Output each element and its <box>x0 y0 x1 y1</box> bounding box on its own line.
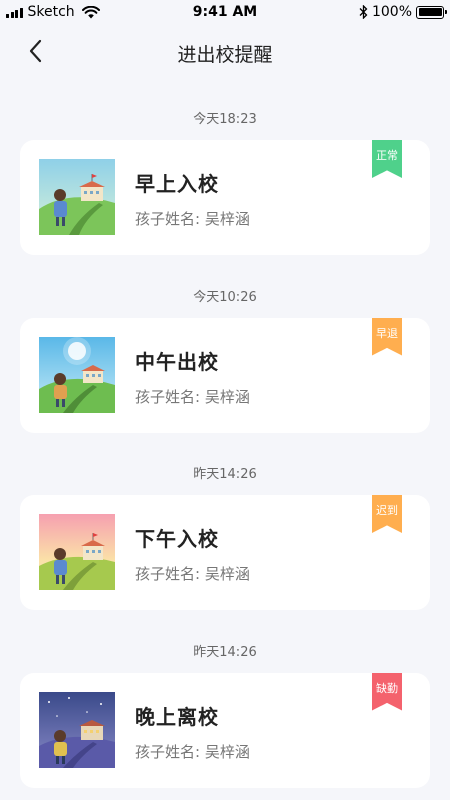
card-title: 中午出校 <box>135 349 219 374</box>
feed-entry: 昨天14:26 下午入校 孩子姓名: 吴梓涵 迟到 <box>0 435 450 613</box>
feed-entry: 今天10:26 中午出校 孩子姓名: 吴梓涵 早退 <box>0 258 450 436</box>
child-name-label: 孩子姓名: <box>135 387 201 406</box>
card-title: 早上入校 <box>135 172 219 196</box>
child-name: 吴梓涵 <box>204 565 250 583</box>
child-name-row: 孩子姓名: 吴梓涵 <box>135 741 250 762</box>
child-name: 吴梓涵 <box>204 210 250 228</box>
scene-morning-image <box>39 159 115 235</box>
child-name: 吴梓涵 <box>204 387 250 406</box>
status-badge: 迟到 <box>372 495 402 533</box>
status-badge: 正常 <box>372 140 402 178</box>
card-title: 晚上离校 <box>135 704 219 729</box>
nav-bar: 进出校提醒 <box>0 26 450 80</box>
notification-feed: 今天18:23 早上入校 孩子姓名: 吴梓涵 正常 今天10:26 中午出校 孩… <box>0 80 450 790</box>
time-label: 今天10:26 <box>193 289 257 305</box>
card-title: 下午入校 <box>135 527 219 551</box>
scene-night-image <box>39 691 115 768</box>
child-name-row: 孩子姓名: 吴梓涵 <box>135 386 250 407</box>
scene-afternoon-image <box>39 514 115 590</box>
battery-percent: 100% <box>371 4 412 20</box>
battery-icon <box>416 5 447 19</box>
notification-card[interactable]: 晚上离校 孩子姓名: 吴梓涵 缺勤 <box>20 672 430 788</box>
feed-entry: 今天18:23 早上入校 孩子姓名: 吴梓涵 正常 <box>0 80 450 258</box>
page-title: 进出校提醒 <box>177 44 273 66</box>
scene-noon-image <box>39 336 115 413</box>
notification-card[interactable]: 下午入校 孩子姓名: 吴梓涵 迟到 <box>20 495 430 610</box>
child-name: 吴梓涵 <box>204 742 250 761</box>
bluetooth-icon <box>359 5 368 19</box>
status-badge: 缺勤 <box>372 672 402 711</box>
child-name-label: 孩子姓名: <box>135 210 201 228</box>
time-label: 昨天14:26 <box>193 467 257 482</box>
notification-card[interactable]: 早上入校 孩子姓名: 吴梓涵 正常 <box>20 140 430 255</box>
child-name-row: 孩子姓名: 吴梓涵 <box>135 208 250 229</box>
time-label: 今天18:23 <box>193 112 257 127</box>
child-name-row: 孩子姓名: 吴梓涵 <box>135 563 250 584</box>
time-label: 昨天14:26 <box>193 644 257 660</box>
status-badge: 早退 <box>372 317 402 356</box>
status-bar: Sketch 9:41 AM 100% <box>0 0 450 26</box>
child-name-label: 孩子姓名: <box>135 565 201 583</box>
notification-card[interactable]: 中午出校 孩子姓名: 吴梓涵 早退 <box>20 317 430 433</box>
child-name-label: 孩子姓名: <box>135 742 201 761</box>
status-right: 100% <box>359 4 447 20</box>
feed-entry: 昨天14:26 晚上离校 孩子姓名: 吴梓涵 缺勤 <box>0 613 450 791</box>
